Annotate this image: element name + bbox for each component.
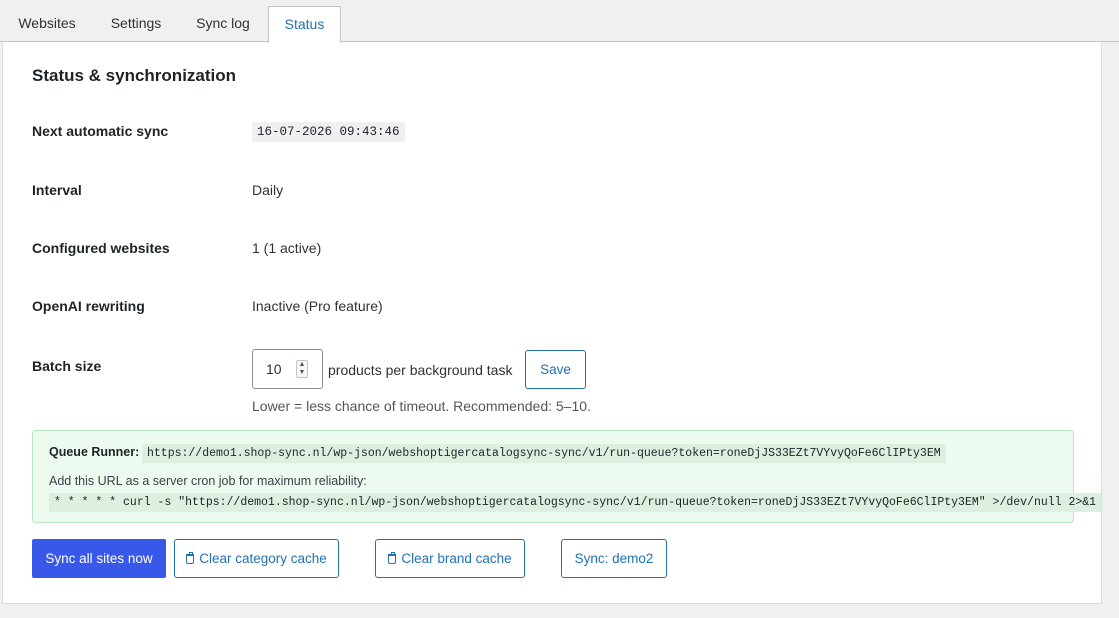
next-sync-label: Next automatic sync — [32, 123, 169, 139]
batch-size-label: Batch size — [32, 358, 102, 374]
configured-websites-value: 1 (1 active) — [252, 240, 322, 256]
configured-websites-label: Configured websites — [32, 240, 170, 256]
openai-rewriting-value: Inactive (Pro feature) — [252, 298, 383, 314]
queue-runner-notice: Queue Runner: https://demo1.shop-sync.nl… — [32, 430, 1102, 523]
batch-size-hint: Lower = less chance of timeout. Recommen… — [252, 398, 591, 414]
tab-status[interactable]: Status — [268, 6, 341, 43]
batch-size-suffix: products per background task — [328, 362, 513, 378]
sync-demo2-button[interactable]: Sync: demo2 — [561, 539, 667, 578]
cron-command: * * * * * curl -s "https://demo1.shop-sy… — [49, 493, 1102, 512]
next-sync-timestamp: 16-07-2026 09:43:46 — [252, 122, 405, 142]
section-title: Status & synchronization — [32, 66, 237, 85]
batch-size-input[interactable]: 10 ▲ ▼ — [252, 349, 323, 389]
tab-bar: Websites Settings Sync log Status — [0, 0, 1119, 43]
save-button[interactable]: Save — [525, 350, 586, 389]
clear-brand-cache-button[interactable]: Clear brand cache — [375, 539, 525, 578]
trash-icon — [388, 552, 397, 564]
clear-brand-cache-label: Clear brand cache — [401, 551, 512, 566]
clear-category-cache-label: Clear category cache — [199, 551, 327, 566]
cron-command-wrap: * * * * * curl -s "https://demo1.shop-sy… — [49, 492, 1102, 512]
tab-websites[interactable]: Websites — [8, 6, 86, 42]
interval-value: Daily — [252, 182, 284, 198]
next-sync-value: 16-07-2026 09:43:46 — [252, 122, 405, 142]
queue-runner-url: https://demo1.shop-sync.nl/wp-json/websh… — [142, 444, 946, 463]
status-panel: Status & synchronization Next automatic … — [2, 42, 1102, 604]
queue-runner-label: Queue Runner: — [49, 445, 140, 459]
queue-runner-url-wrap: https://demo1.shop-sync.nl/wp-json/websh… — [142, 443, 946, 463]
trash-icon — [186, 552, 195, 564]
interval-label: Interval — [32, 182, 82, 198]
tab-settings[interactable]: Settings — [97, 6, 175, 42]
cron-hint: Add this URL as a server cron job for ma… — [49, 474, 367, 488]
clear-category-cache-button[interactable]: Clear category cache — [174, 539, 339, 578]
openai-rewriting-label: OpenAI rewriting — [32, 298, 145, 314]
batch-size-value: 10 — [266, 361, 282, 377]
tab-sync-log[interactable]: Sync log — [183, 6, 263, 42]
spinner-icon[interactable]: ▲ ▼ — [296, 360, 308, 378]
sync-all-button[interactable]: Sync all sites now — [32, 539, 166, 578]
